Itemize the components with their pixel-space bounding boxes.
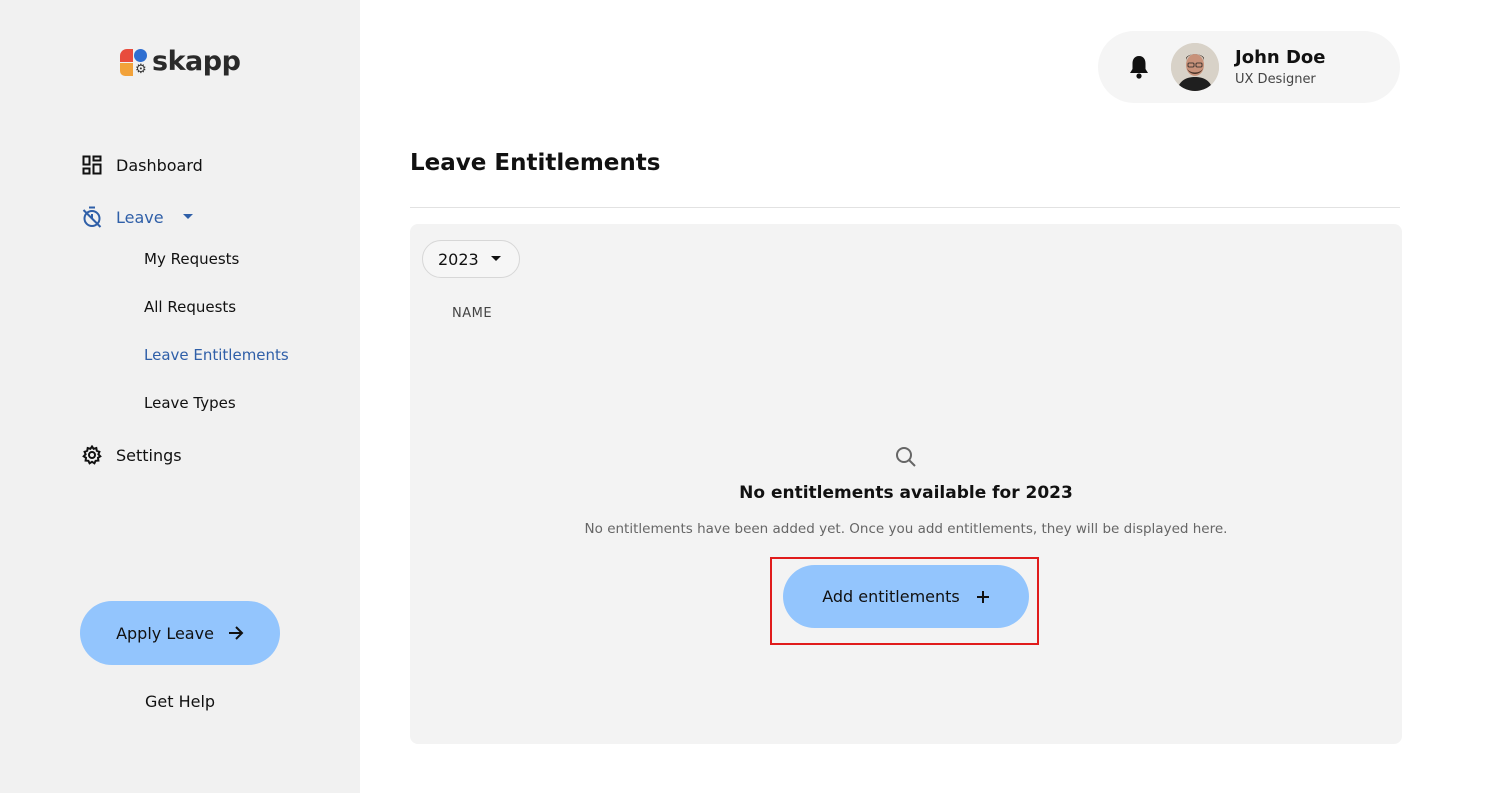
empty-state-title: No entitlements available for 2023 <box>739 483 1073 503</box>
sidebar-subitem-all-requests[interactable]: All Requests <box>144 298 236 316</box>
sidebar-subitem-leave-types[interactable]: Leave Types <box>144 394 236 412</box>
sidebar-item-label: Dashboard <box>116 155 203 175</box>
logo-text: skapp <box>152 45 241 77</box>
sidebar-subitem-leave-entitlements[interactable]: Leave Entitlements <box>144 346 289 364</box>
avatar-image <box>1171 43 1219 91</box>
sidebar-item-label: Settings <box>116 445 182 465</box>
arrow-right-icon <box>228 626 244 640</box>
user-role: UX Designer <box>1235 72 1316 87</box>
caret-down-icon <box>490 256 501 261</box>
avatar[interactable] <box>1171 43 1219 91</box>
search-icon <box>896 447 916 467</box>
logo-mark-icon: ⚙ <box>120 47 150 79</box>
get-help-link[interactable]: Get Help <box>145 692 215 711</box>
apply-leave-button[interactable]: Apply Leave <box>80 601 280 665</box>
highlight-box <box>770 557 1039 645</box>
sidebar-item-dashboard[interactable]: Dashboard <box>82 155 203 175</box>
sidebar-subitem-my-requests[interactable]: My Requests <box>144 250 239 268</box>
apply-leave-label: Apply Leave <box>116 623 214 643</box>
title-divider <box>410 207 1400 208</box>
page-title: Leave Entitlements <box>410 150 661 176</box>
bell-icon[interactable] <box>1128 54 1150 80</box>
dashboard-icon <box>82 155 102 175</box>
user-name: John Doe <box>1235 47 1326 68</box>
gear-icon <box>82 445 102 465</box>
table-header-name: NAME <box>452 306 493 321</box>
sidebar: ⚙ skapp Dashboard Leave My Requests All … <box>0 0 360 793</box>
skapp-logo[interactable]: ⚙ skapp <box>120 45 241 79</box>
timer-off-icon <box>82 206 102 228</box>
sidebar-item-label: Leave <box>116 207 164 227</box>
sidebar-item-leave[interactable]: Leave <box>82 206 194 228</box>
empty-state-description: No entitlements have been added yet. Onc… <box>584 521 1228 537</box>
sidebar-item-settings[interactable]: Settings <box>82 445 182 465</box>
year-select-value: 2023 <box>438 249 479 269</box>
year-select[interactable]: 2023 <box>422 240 520 278</box>
caret-down-icon <box>182 214 193 219</box>
